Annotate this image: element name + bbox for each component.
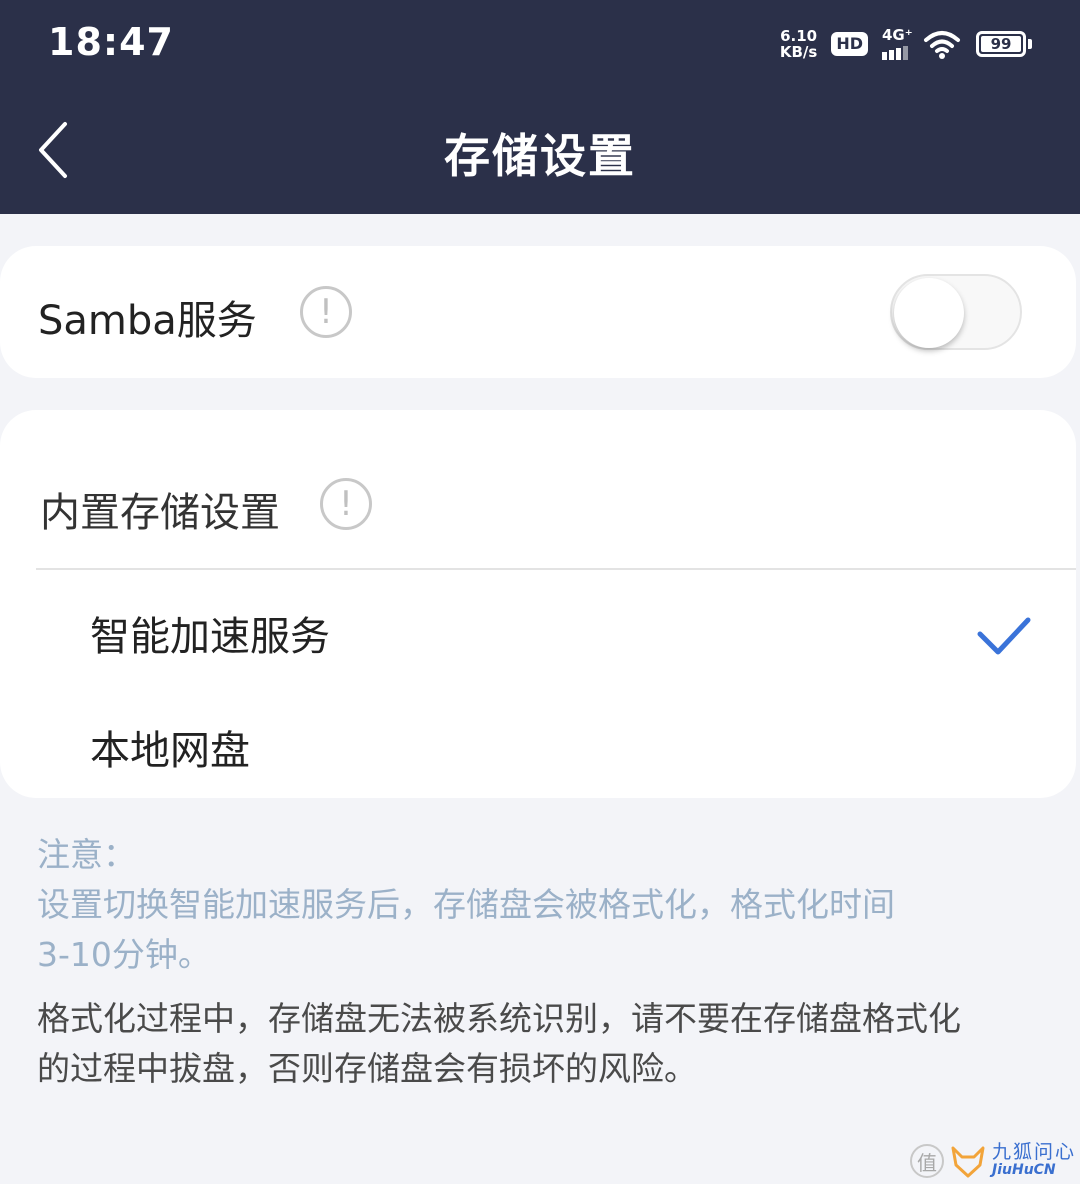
net-speed-unit: KB/s xyxy=(779,43,818,61)
status-time: 18:47 xyxy=(48,20,174,64)
cell-signal-icon: 4G⁺ xyxy=(882,26,913,60)
storage-section-title: 内置存储设置 xyxy=(40,490,280,536)
option-smart-acceleration[interactable]: 智能加速服务 xyxy=(90,604,330,662)
app-header: 18:47 6.10 KB/s HD 4G⁺ 99 存储设置 xyxy=(0,0,1080,214)
samba-card: Samba服务 ! xyxy=(0,246,1076,378)
watermark: 值 九狐问心 JiuHuCN xyxy=(910,1138,1080,1184)
watermark-en: JiuHuCN xyxy=(992,1162,1056,1178)
samba-toggle[interactable] xyxy=(890,274,1022,350)
net-speed-value: 6.10 xyxy=(780,27,818,45)
option-local-cloud-disk[interactable]: 本地网盘 xyxy=(90,718,250,776)
note-heading: 注意： xyxy=(37,835,136,874)
checkmark-icon xyxy=(977,617,1031,655)
network-type-label: 4G⁺ xyxy=(882,26,913,44)
toggle-knob xyxy=(894,278,964,348)
page-title: 存储设置 xyxy=(444,129,636,183)
storage-info-icon[interactable]: ! xyxy=(320,478,372,530)
note-line-4: 的过程中拔盘，否则存储盘会有损坏的风险。 xyxy=(37,1049,697,1088)
note-line-1: 设置切换智能加速服务后，存储盘会被格式化，格式化时间 xyxy=(37,885,895,924)
battery-level: 99 xyxy=(981,35,1021,53)
divider xyxy=(36,568,1076,570)
net-speed: 6.10 KB/s xyxy=(780,28,817,60)
battery-icon: 99 xyxy=(976,31,1032,57)
watermark-zhi: 值 xyxy=(910,1144,944,1178)
note-line-3: 格式化过程中，存储盘无法被系统识别，请不要在存储盘格式化 xyxy=(37,999,961,1038)
samba-label: Samba服务 xyxy=(38,298,257,344)
hd-badge: HD xyxy=(831,32,868,56)
wifi-icon xyxy=(924,31,960,59)
fox-logo-icon xyxy=(951,1146,985,1178)
note-line-2: 3-10分钟。 xyxy=(37,935,211,974)
watermark-cn: 九狐问心 xyxy=(992,1141,1077,1163)
samba-info-icon[interactable]: ! xyxy=(300,286,352,338)
storage-card: 内置存储设置 ! 智能加速服务 本地网盘 xyxy=(0,410,1076,798)
status-icons: 6.10 KB/s HD 4G⁺ 99 xyxy=(780,22,1032,66)
